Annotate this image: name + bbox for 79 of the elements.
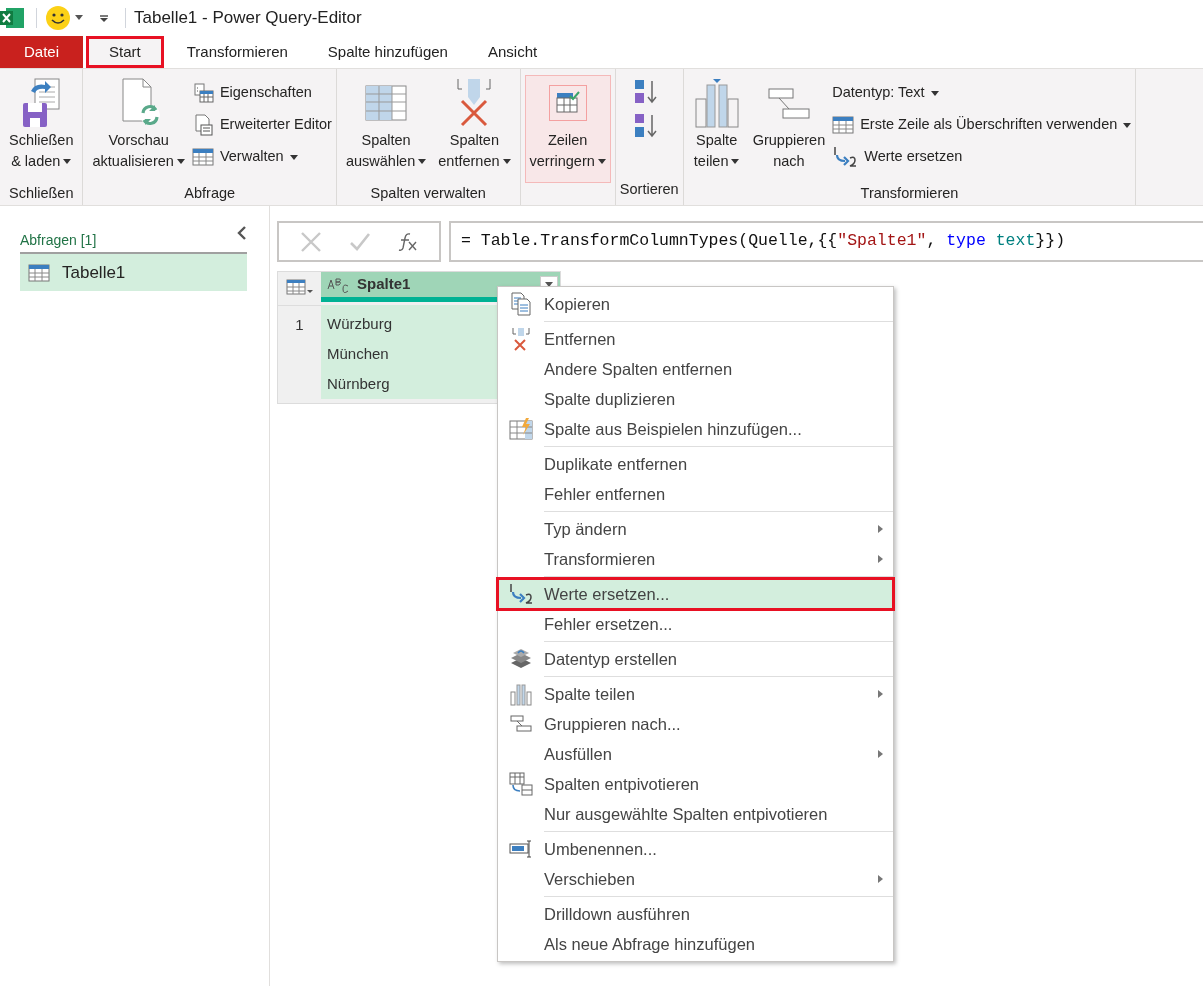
ribbon-button[interactable]: Spalten entfernen <box>433 75 516 183</box>
rename-icon <box>509 839 533 859</box>
table-cell-text: Würzburg <box>327 314 393 334</box>
ribbon-button[interactable]: Spalte teilen <box>687 75 746 183</box>
menu-item[interactable]: Umbenennen... <box>498 834 893 864</box>
ribbon-button[interactable]: Vorschau aktualisieren <box>87 75 190 183</box>
query-item[interactable]: Tabelle1 <box>20 254 247 291</box>
ribbon-tab[interactable]: Datei <box>0 36 84 68</box>
smiley-icon[interactable] <box>45 5 71 31</box>
text-type-icon <box>327 276 349 293</box>
sort-descending-icon[interactable] <box>633 113 658 139</box>
menu-item[interactable]: Spalte duplizieren <box>498 384 893 414</box>
menu-item[interactable]: Datentyp erstellen <box>498 644 893 674</box>
table-cell-text: München <box>327 344 389 364</box>
menu-item[interactable]: Fehler entfernen <box>498 479 893 509</box>
menu-item[interactable]: Werte ersetzen... <box>498 579 893 609</box>
unpivot-icon <box>509 772 533 796</box>
dropdown-icon[interactable] <box>75 15 83 21</box>
menu-item[interactable]: Spalte aus Beispielen hinzufügen... <box>498 414 893 444</box>
menu-item[interactable]: Gruppieren nach... <box>498 709 893 739</box>
ribbon-tab[interactable]: Spalte hinzufügen <box>307 36 468 68</box>
layers-icon <box>509 648 533 670</box>
ribbon-tab[interactable]: Start <box>86 36 164 68</box>
menu-item[interactable]: Fehler ersetzen... <box>498 609 893 639</box>
ribbon-button[interactable]: Spalten auswählen <box>340 75 432 183</box>
menu-item[interactable]: Transformieren <box>498 544 893 574</box>
ribbon-button[interactable]: Eigenschaften <box>191 81 332 105</box>
ribbon-button[interactable]: Gruppieren nach <box>747 75 831 183</box>
ribbon-button[interactable]: Erweiterter Editor <box>191 113 332 137</box>
table-icon <box>28 263 50 282</box>
menu-item[interactable]: Entfernen <box>498 324 893 354</box>
group-label: Sortieren <box>619 181 679 197</box>
table-check-icon <box>554 91 581 115</box>
menu-item[interactable]: Ausfüllen <box>498 739 893 769</box>
ribbon-button[interactable]: Werte ersetzen <box>832 145 1132 169</box>
split-column-icon <box>510 682 532 706</box>
ribbon-button[interactable]: Zeilen verringern <box>524 75 611 183</box>
menu-item[interactable]: Spalte teilen <box>498 679 893 709</box>
group-label: Transformieren <box>860 185 959 201</box>
split-column-icon <box>692 77 741 129</box>
menu-item[interactable]: Als neue Abfrage hinzufügen <box>498 929 893 959</box>
sort-ascending-icon[interactable] <box>633 79 658 105</box>
ribbon-button[interactable]: Schließen & laden <box>4 75 79 183</box>
excel-icon[interactable] <box>0 6 24 30</box>
properties-icon <box>191 83 214 103</box>
ribbon-tab[interactable]: Ansicht <box>467 36 558 68</box>
collapse-icon[interactable] <box>237 225 247 240</box>
replace-values-icon <box>832 146 859 168</box>
table-icon <box>191 147 214 167</box>
table-cell-text: Nürnberg <box>327 374 390 394</box>
queries-header: Abfragen [1] <box>20 231 97 250</box>
ribbon-button[interactable]: Erste Zeile als Überschriften verwenden <box>832 113 1132 137</box>
group-label: Abfrage <box>184 185 236 201</box>
customize-toolbar-icon[interactable] <box>99 13 109 23</box>
group-label: Schließen <box>9 185 74 201</box>
formula-field[interactable]: = Table.TransformColumnTypes(Quelle,{{"Spalte1", type text}}) <box>449 221 1203 262</box>
copy-icon <box>510 292 532 316</box>
window-title: Tabelle1 - Power Query-Editor <box>134 7 362 30</box>
ribbon-button[interactable]: Verwalten <box>191 145 332 169</box>
ribbon-button[interactable]: Datentyp: Text <box>832 81 1132 105</box>
menu-item[interactable]: Spalten entpivotieren <box>498 769 893 799</box>
menu-item[interactable]: Andere Spalten entfernen <box>498 354 893 384</box>
lightning-table-icon <box>509 417 533 441</box>
replace-values-icon <box>508 583 534 605</box>
ribbon-tab[interactable]: Transformieren <box>166 36 308 68</box>
group-icon <box>509 714 533 734</box>
menu-item[interactable]: Drilldown ausführen <box>498 899 893 929</box>
column-grid-icon <box>365 82 408 124</box>
row-number: 1 <box>295 315 304 335</box>
menu-item[interactable]: Nur ausgewählte Spalten entpivotieren <box>498 799 893 829</box>
table-menu-icon[interactable] <box>285 279 314 295</box>
menu-item[interactable]: Typ ändern <box>498 514 893 544</box>
menu-item[interactable]: Verschieben <box>498 864 893 894</box>
function-icon[interactable] <box>397 231 418 252</box>
save-load-icon <box>21 77 62 129</box>
remove-column-icon <box>511 327 531 351</box>
menu-item[interactable]: Duplikate entfernen <box>498 449 893 479</box>
table-icon <box>832 115 855 135</box>
group-label: Spalten verwalten <box>370 185 486 201</box>
